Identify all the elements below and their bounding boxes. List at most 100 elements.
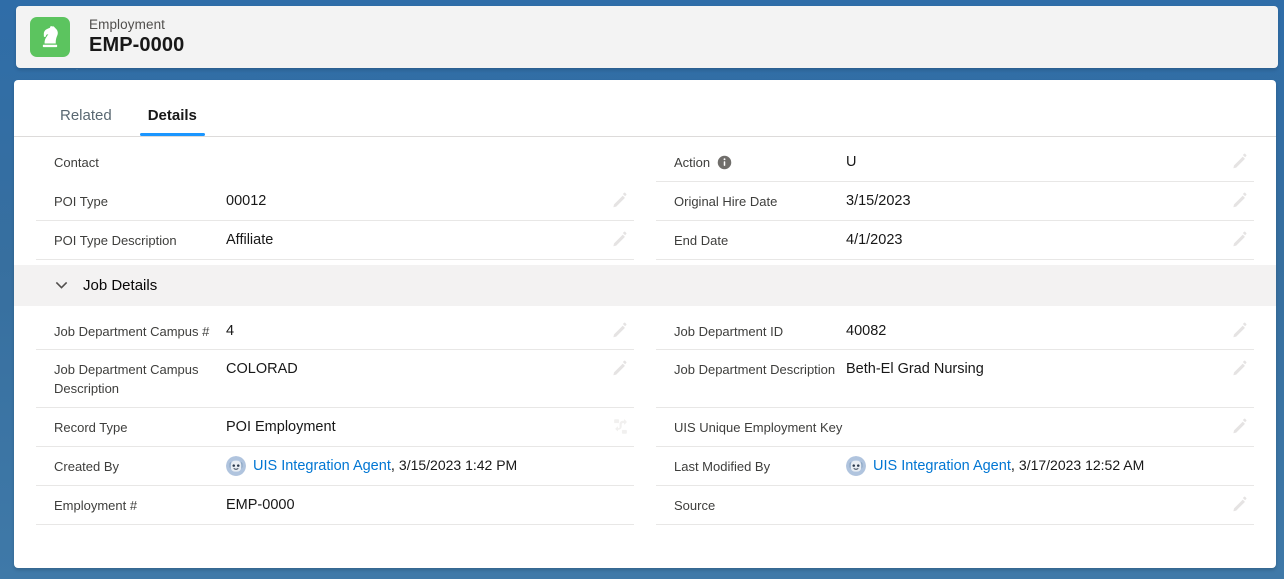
- field-job-department-id: Job Department ID 40082: [656, 312, 1254, 351]
- field-label: POI Type Description: [36, 230, 226, 251]
- field-label: End Date: [656, 230, 846, 251]
- record-header-titles: Employment EMP-0000: [89, 17, 184, 57]
- edit-pencil-icon[interactable]: [1231, 321, 1250, 340]
- section-header-job-details[interactable]: Job Details: [14, 264, 1276, 306]
- bot-avatar-icon: [226, 456, 246, 477]
- field-job-department-description: Job Department Description Beth-El Grad …: [656, 350, 1254, 409]
- field-row: POI Type 00012 Original Hire Date 3/15/2…: [36, 182, 1254, 221]
- edit-pencil-icon[interactable]: [611, 191, 630, 210]
- field-poi-type-description: POI Type Description Affiliate: [36, 221, 634, 260]
- field-label-text: Original Hire Date: [674, 193, 778, 209]
- field-label: Action: [656, 152, 846, 173]
- employment-knight-icon: [30, 17, 70, 57]
- field-label-text: Contact: [54, 155, 99, 170]
- change-record-type-icon[interactable]: [611, 417, 630, 436]
- tab-related[interactable]: Related: [42, 107, 130, 136]
- bot-avatar-icon: [846, 456, 866, 477]
- field-label-text: UIS Unique Employment Key: [674, 420, 843, 436]
- salesforce-record-page: Employment EMP-0000 Related Details Cont…: [0, 0, 1284, 579]
- field-label: Last Modified By: [656, 456, 846, 477]
- object-type-label: Employment: [89, 17, 166, 33]
- edit-pencil-icon[interactable]: [611, 359, 630, 378]
- field-value: Beth-El Grad Nursing: [846, 361, 984, 378]
- field-label-text: POI Type Description: [54, 232, 177, 248]
- user-reference: UIS Integration Agent: [846, 456, 1011, 477]
- separator-comma: ,: [390, 457, 399, 474]
- edit-pencil-icon[interactable]: [1231, 495, 1250, 514]
- field-row: Created By UIS Integration Agent , 3/15/…: [36, 447, 1254, 486]
- field-label: Job Department Description: [656, 359, 846, 380]
- field-original-hire-date: Original Hire Date 3/15/2023: [656, 182, 1254, 221]
- field-record-type: Record Type POI Employment: [36, 408, 634, 447]
- last-modified-by-timestamp: 3/17/2023 12:52 AM: [1018, 456, 1145, 473]
- field-label: Job Department ID: [656, 321, 846, 342]
- field-label: Original Hire Date: [656, 191, 846, 212]
- edit-pencil-icon[interactable]: [1231, 417, 1250, 436]
- field-row: POI Type Description Affiliate End Date …: [36, 221, 1254, 260]
- field-row: Record Type POI Employment UIS Unique Em…: [36, 408, 1254, 447]
- field-label-text: Job Department ID: [674, 323, 784, 339]
- separator-comma: ,: [1010, 457, 1019, 474]
- field-job-department-campus-number: Job Department Campus # 4: [36, 312, 634, 351]
- field-label: Employment #: [36, 495, 226, 516]
- job-details-field-section: Job Department Campus # 4 Job Department…: [14, 306, 1276, 525]
- field-label: POI Type: [36, 191, 226, 212]
- last-modified-by-user-link[interactable]: UIS Integration Agent: [873, 456, 1011, 476]
- top-field-section: Contact Action U POI Type 00012 Original…: [14, 137, 1276, 260]
- field-contact: Contact: [36, 143, 634, 182]
- field-value: UIS Integration Agent , 3/17/2023 12:52 …: [846, 456, 1254, 477]
- edit-pencil-icon[interactable]: [611, 321, 630, 340]
- details-card: Related Details Contact Action U POI Typ…: [14, 80, 1276, 568]
- tab-details[interactable]: Details: [130, 107, 215, 136]
- field-row: Job Department Campus Description COLORA…: [36, 350, 1254, 409]
- record-title: EMP-0000: [89, 33, 185, 56]
- edit-pencil-icon[interactable]: [1231, 230, 1250, 249]
- field-value: 3/15/2023: [846, 192, 911, 209]
- edit-pencil-icon[interactable]: [1231, 152, 1250, 171]
- field-value: 4: [226, 322, 235, 339]
- chevron-down-icon: [54, 278, 69, 293]
- field-label-text: Last Modified By: [674, 458, 771, 474]
- field-value: U: [846, 154, 857, 170]
- field-action: Action U: [656, 143, 1254, 182]
- field-label: Source: [656, 495, 846, 516]
- field-label-text: Job Department Description: [674, 362, 836, 378]
- field-value: POI Employment: [226, 419, 336, 436]
- field-created-by: Created By UIS Integration Agent , 3/15/…: [36, 447, 634, 486]
- info-icon[interactable]: [717, 155, 732, 170]
- field-label-text: Created By: [54, 458, 120, 474]
- field-label: Record Type: [36, 417, 226, 438]
- field-label-text: Job Department Campus Description: [54, 362, 199, 397]
- created-by-user-link[interactable]: UIS Integration Agent: [253, 456, 391, 476]
- edit-pencil-icon[interactable]: [1231, 191, 1250, 210]
- field-value: 4/1/2023: [846, 231, 903, 248]
- field-label-text: POI Type: [54, 193, 108, 209]
- field-value: 00012: [226, 192, 267, 209]
- field-label: Job Department Campus Description: [36, 359, 226, 399]
- field-row: Contact Action U: [36, 143, 1254, 182]
- field-label-text: Job Department Campus #: [54, 323, 210, 339]
- created-by-timestamp: 3/15/2023 1:42 PM: [398, 456, 518, 473]
- field-uis-unique-employment-key: UIS Unique Employment Key: [656, 408, 1254, 447]
- field-label-text: Record Type: [54, 420, 128, 436]
- field-poi-type: POI Type 00012: [36, 182, 634, 221]
- field-row: Job Department Campus # 4 Job Department…: [36, 312, 1254, 351]
- field-row: Employment # EMP-0000 Source: [36, 486, 1254, 525]
- field-last-modified-by: Last Modified By UIS Integration Agent ,…: [656, 447, 1254, 486]
- field-label: Created By: [36, 456, 226, 477]
- record-header: Employment EMP-0000: [16, 6, 1278, 68]
- field-label: Contact: [36, 152, 226, 173]
- section-title: Job Details: [83, 276, 158, 294]
- field-label-text: Employment #: [54, 497, 138, 513]
- edit-pencil-icon[interactable]: [611, 230, 630, 249]
- field-label: Job Department Campus #: [36, 321, 226, 342]
- user-reference: UIS Integration Agent: [226, 456, 391, 477]
- field-label-text: Action: [674, 155, 711, 170]
- field-value: Affiliate: [226, 231, 274, 248]
- edit-pencil-icon[interactable]: [1231, 359, 1250, 378]
- field-job-department-campus-description: Job Department Campus Description COLORA…: [36, 350, 634, 409]
- field-employment-number: Employment # EMP-0000: [36, 486, 634, 525]
- field-label-text: Source: [674, 497, 716, 513]
- record-tabs: Related Details: [14, 80, 1276, 137]
- field-end-date: End Date 4/1/2023: [656, 221, 1254, 260]
